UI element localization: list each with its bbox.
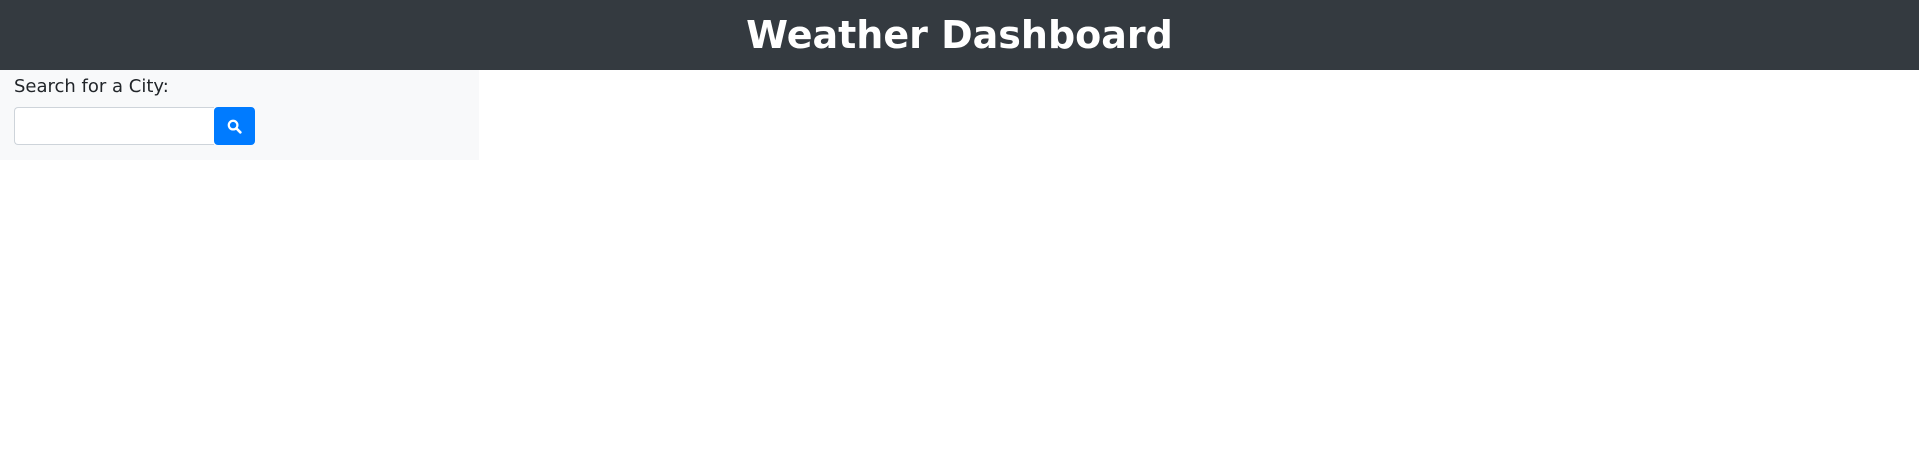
app-header: Weather Dashboard (0, 0, 1919, 70)
page-title: Weather Dashboard (746, 13, 1173, 57)
search-label: Search for a City: (14, 76, 169, 97)
city-search-input[interactable] (14, 107, 214, 145)
search-button[interactable] (214, 107, 255, 145)
search-panel: Search for a City: (0, 70, 479, 160)
search-icon (227, 119, 242, 134)
